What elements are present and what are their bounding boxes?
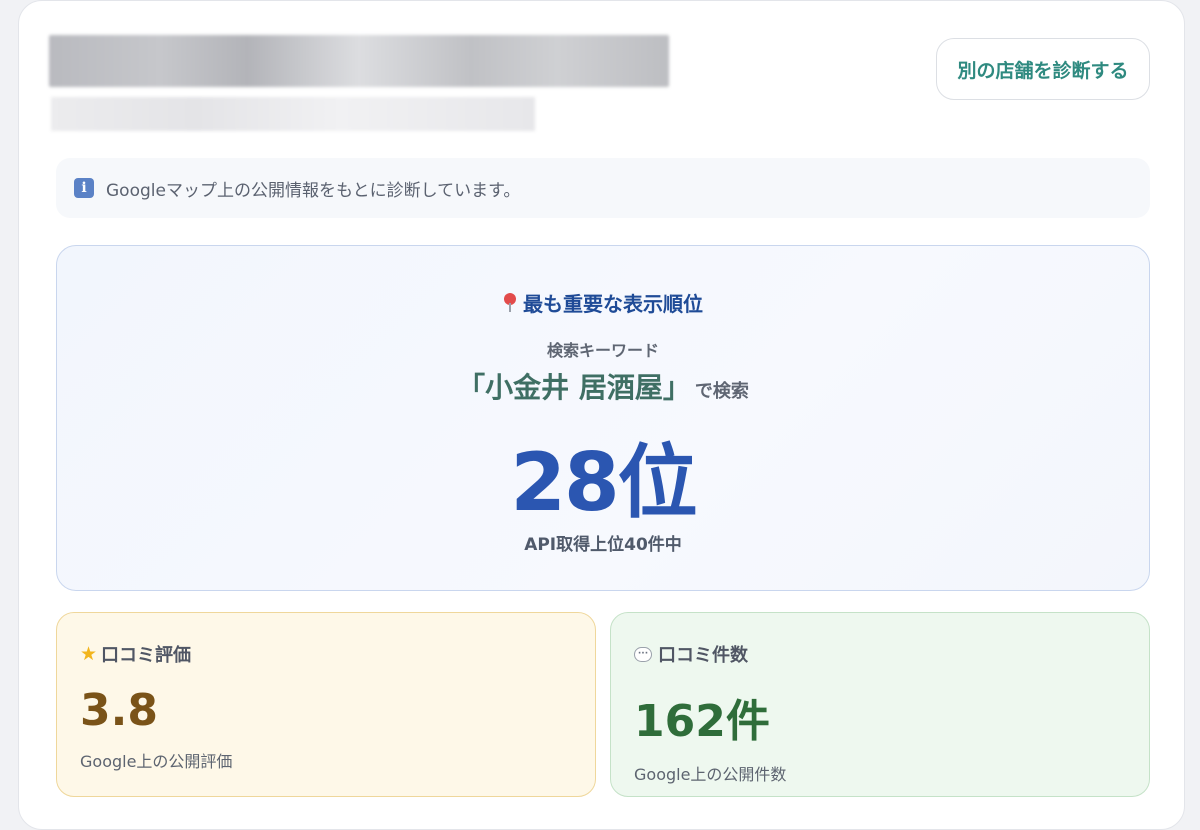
store-address-redacted [51,97,535,131]
notice-text: Googleマップ上の公開情報をもとに診断しています。 [106,180,521,201]
rating-card-header: ★ 口コミ評価 [80,641,595,667]
rating-label: 口コミ評価 [101,645,192,666]
keyword-suffix: で検索 [694,381,749,402]
rating-value: 3.8 [80,685,158,736]
rank-value: 28位 [510,436,697,529]
review-count-caption: Google上の公開件数 [634,765,787,784]
review-count-card: ··· 口コミ件数 162件 Google上の公開件数 [610,612,1150,797]
keyword-line: 「小金井 居酒屋」 で検索 [57,366,1149,406]
ranking-panel: 最も重要な表示順位 検索キーワード 「小金井 居酒屋」 で検索 28位 API取… [56,245,1150,591]
rank-note: API取得上位40件中 [524,535,682,555]
search-keyword: 「小金井 居酒屋」 [457,371,691,404]
review-count-card-header: ··· 口コミ件数 [634,641,1149,667]
ranking-heading-text: 最も重要な表示順位 [523,292,703,316]
speech-bubble-icon: ··· [634,646,652,662]
ranking-heading: 最も重要な表示順位 [57,288,1149,317]
rating-caption: Google上の公開評価 [80,752,233,771]
keyword-label: 検索キーワード [546,341,659,360]
map-pin-icon [503,292,517,313]
rating-card: ★ 口コミ評価 3.8 Google上の公開評価 [56,612,596,797]
star-icon: ★ [80,643,98,665]
result-card: 別の店舗を診断する i Googleマップ上の公開情報をもとに診断しています。 … [18,0,1185,830]
notice-banner: i Googleマップ上の公開情報をもとに診断しています。 [56,158,1150,218]
store-name-redacted [49,35,669,87]
review-count-label: 口コミ件数 [658,645,748,666]
review-count-value: 162件 [634,696,770,747]
diagnose-another-store-button[interactable]: 別の店舗を診断する [936,38,1150,100]
info-icon: i [74,178,94,198]
